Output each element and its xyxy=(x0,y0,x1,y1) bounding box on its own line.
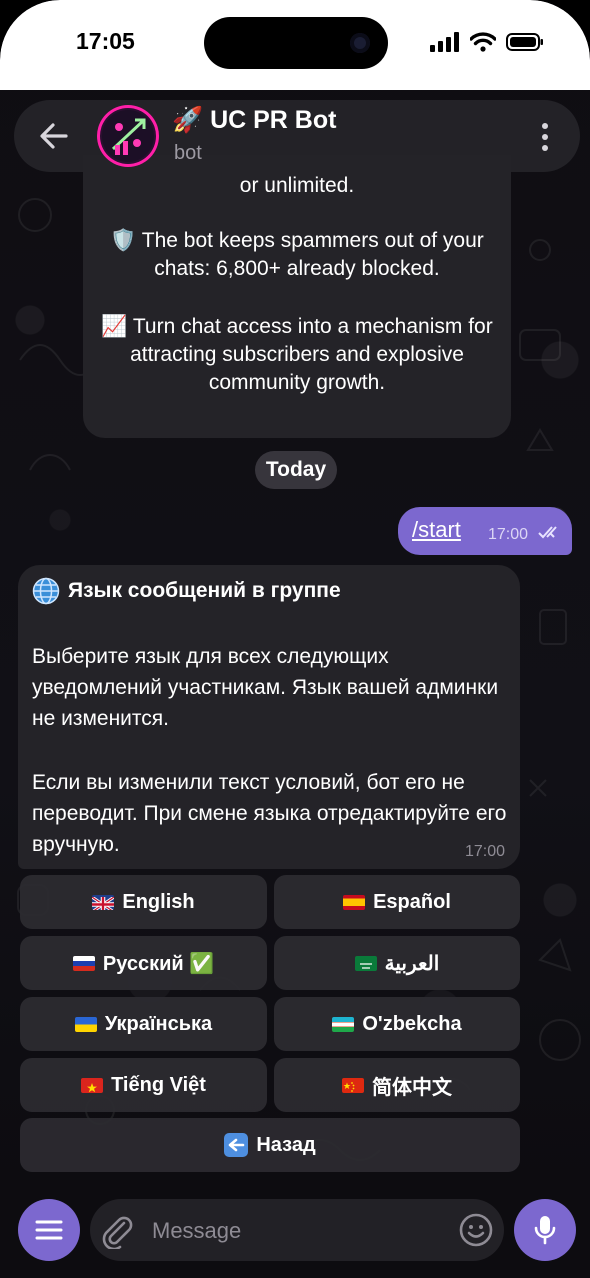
message-time: 17:00 xyxy=(488,526,529,543)
ukraine-flag-icon xyxy=(74,1016,97,1032)
language-button-chinese[interactable]: 简体中文 xyxy=(274,1058,520,1112)
spanish-label: Español xyxy=(373,890,451,913)
chat-header: 🚀 UC PR Bot bot xyxy=(14,100,580,172)
china-flag-icon xyxy=(342,1077,364,1093)
back-label: Назад xyxy=(256,1133,316,1156)
back-button[interactable]: Назад xyxy=(20,1118,520,1172)
microphone-button[interactable] xyxy=(514,1199,576,1261)
status-bar: 17:05 xyxy=(0,0,590,90)
menu-icon xyxy=(35,1220,63,1240)
clock: 17:05 xyxy=(76,28,135,54)
bot-message-language: Язык сообщений в группе Выберите язык дл… xyxy=(18,565,520,869)
wifi-icon xyxy=(470,32,496,52)
camera-icon xyxy=(350,33,370,53)
language-button-ukrainian[interactable]: Українська xyxy=(20,997,267,1051)
outgoing-message: /start 17:00 xyxy=(398,507,572,555)
uzbek-label: O'zbekcha xyxy=(362,1012,462,1035)
message-time: 17:00 xyxy=(464,843,505,860)
language-button-english[interactable]: English xyxy=(20,875,267,929)
more-icon[interactable] xyxy=(540,122,550,152)
language-title: Язык сообщений в группе xyxy=(32,577,341,605)
chat-subtitle: bot xyxy=(174,142,202,164)
language-description: Выберите язык для всех следующих уведомл… xyxy=(32,645,499,730)
uk-flag-icon xyxy=(92,894,115,910)
uzbekistan-flag-icon xyxy=(332,1016,355,1032)
language-button-spanish[interactable]: Español xyxy=(274,875,520,929)
paperclip-icon[interactable] xyxy=(100,1213,134,1249)
start-command-link[interactable]: /start xyxy=(412,517,461,543)
message-input-container xyxy=(90,1199,504,1261)
language-button-uzbek[interactable]: O'zbekcha xyxy=(274,997,520,1051)
menu-button[interactable] xyxy=(18,1199,80,1261)
english-label: English xyxy=(122,890,195,913)
bot-message-intro: or unlimited. 🛡️ The bot keeps spammers … xyxy=(83,155,511,438)
back-arrow-emoji-icon xyxy=(224,1133,249,1157)
message-input[interactable] xyxy=(150,1209,444,1253)
spain-flag-icon xyxy=(343,894,366,910)
battery-icon xyxy=(506,33,543,51)
arabic-label: العربية xyxy=(384,952,440,975)
bot-avatar[interactable] xyxy=(97,105,159,167)
saudi-flag-icon xyxy=(354,955,377,971)
ukrainian-label: Українська xyxy=(104,1012,213,1035)
composer-bar xyxy=(0,1194,590,1278)
microphone-icon xyxy=(534,1216,556,1245)
intro-paragraph-growth: 📈 Turn chat access into a mechanism for … xyxy=(101,315,493,394)
globe-icon xyxy=(32,577,60,605)
language-button-vietnamese[interactable]: Tiếng Việt xyxy=(20,1058,267,1112)
language-note: Если вы изменили текст условий, бот его … xyxy=(32,771,507,856)
russia-flag-icon xyxy=(72,955,95,971)
signal-icon xyxy=(430,32,459,52)
double-check-icon xyxy=(538,526,557,539)
bot-logo-icon xyxy=(102,110,154,162)
chinese-label: 简体中文 xyxy=(372,1076,452,1099)
date-separator: Today xyxy=(255,451,337,489)
russian-label: Русский ✅ xyxy=(102,952,215,975)
emoji-icon[interactable] xyxy=(458,1212,494,1248)
status-icons xyxy=(430,32,544,52)
intro-paragraph-spam: 🛡️ The bot keeps spammers out of your ch… xyxy=(110,229,484,280)
phone-screen: 17:05 or unlimited. 🛡️ The bot keeps spa… xyxy=(0,0,590,1278)
vietnam-flag-icon xyxy=(81,1077,104,1093)
vietnamese-label: Tiếng Việt xyxy=(111,1073,206,1096)
intro-line: or unlimited. xyxy=(239,174,355,197)
language-button-arabic[interactable]: العربية xyxy=(274,936,520,990)
chat-title[interactable]: 🚀 UC PR Bot xyxy=(172,106,336,135)
back-arrow-icon[interactable] xyxy=(36,118,72,154)
dynamic-island xyxy=(204,17,388,69)
language-button-russian[interactable]: Русский ✅ xyxy=(20,936,267,990)
language-title-text: Язык сообщений в группе xyxy=(68,579,341,602)
